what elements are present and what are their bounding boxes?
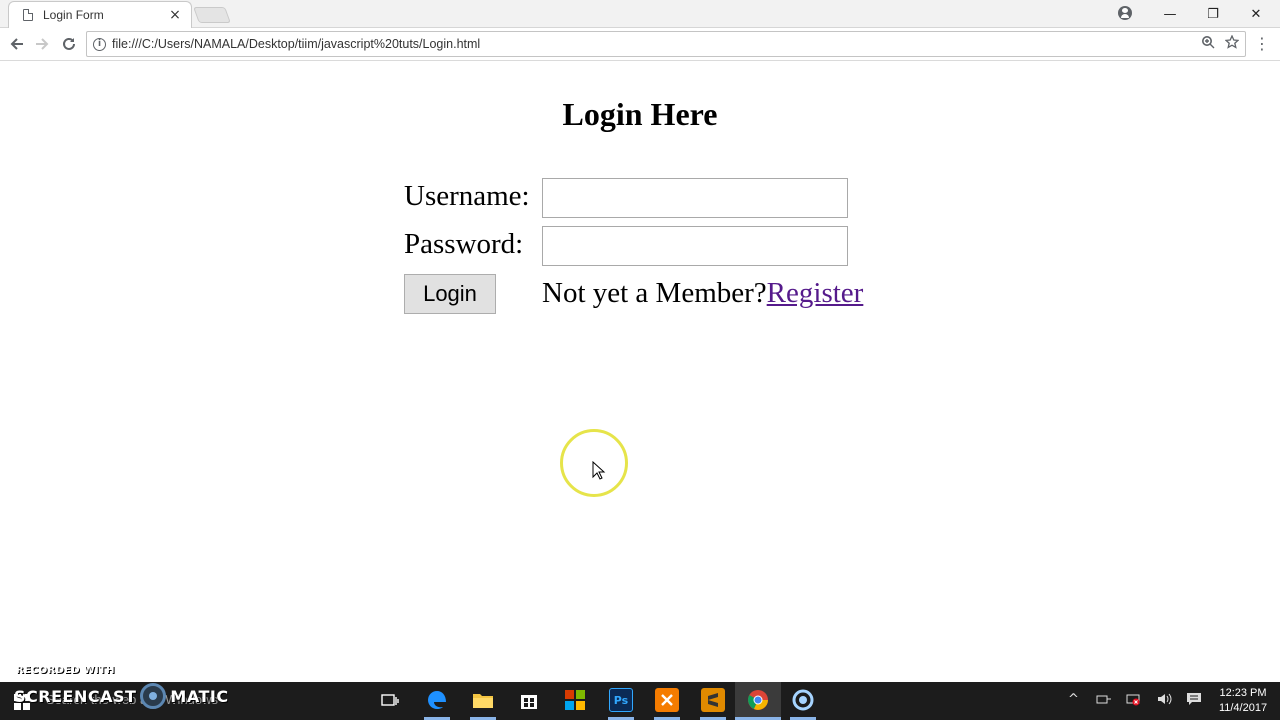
menu-icon[interactable]: ⋮ bbox=[1254, 34, 1270, 54]
chrome-icon[interactable] bbox=[746, 688, 770, 712]
sublime-text-icon[interactable] bbox=[701, 688, 725, 712]
url-text[interactable]: file:///C:/Users/NAMALA/Desktop/tiim/jav… bbox=[112, 37, 1201, 51]
username-label: Username: bbox=[404, 180, 530, 212]
brand-right: MATIC bbox=[170, 686, 229, 706]
window-titlebar: Login Form × — ❐ ✕ bbox=[0, 0, 1280, 28]
mouse-cursor-icon bbox=[592, 461, 606, 480]
info-icon[interactable]: i bbox=[93, 37, 106, 51]
browser-tab[interactable]: Login Form × bbox=[8, 1, 192, 28]
show-hidden-icons-icon[interactable]: ^ bbox=[1068, 692, 1079, 707]
register-prompt: Not yet a Member?Register bbox=[542, 277, 863, 310]
photoshop-icon[interactable]: Ps bbox=[609, 688, 633, 712]
screencast-watermark: SCREENCAST MATIC bbox=[14, 683, 229, 709]
restore-button[interactable]: ❐ bbox=[1193, 0, 1233, 28]
register-link[interactable]: Register bbox=[767, 277, 864, 309]
address-bar[interactable]: i file:///C:/Users/NAMALA/Desktop/tiim/j… bbox=[86, 31, 1246, 57]
forward-icon[interactable] bbox=[31, 33, 53, 55]
office-icon[interactable] bbox=[563, 688, 587, 712]
store-icon[interactable] bbox=[517, 688, 541, 712]
reload-icon[interactable] bbox=[58, 33, 80, 55]
recorded-with-text: RECORDED WITH bbox=[16, 665, 115, 676]
action-center-icon[interactable] bbox=[1186, 692, 1202, 710]
page-content: Login Here Username: Password: Login Not… bbox=[0, 62, 1280, 682]
edge-icon[interactable] bbox=[425, 688, 449, 712]
clock-date: 11/4/2017 bbox=[1218, 702, 1268, 714]
bookmark-star-icon[interactable] bbox=[1224, 34, 1240, 53]
tab-close-icon[interactable]: × bbox=[167, 7, 183, 23]
login-button[interactable]: Login bbox=[404, 274, 496, 314]
battery-warning-icon[interactable] bbox=[1126, 692, 1142, 710]
xampp-icon[interactable] bbox=[655, 688, 679, 712]
zoom-icon[interactable] bbox=[1201, 35, 1215, 53]
volume-icon[interactable] bbox=[1156, 692, 1174, 710]
tab-title: Login Form bbox=[43, 8, 104, 22]
page-icon bbox=[23, 9, 33, 21]
file-explorer-icon[interactable] bbox=[471, 688, 495, 712]
back-icon[interactable] bbox=[6, 33, 28, 55]
page-title: Login Here bbox=[562, 96, 718, 132]
screencast-o-matic-icon[interactable] bbox=[791, 688, 815, 712]
password-label: Password: bbox=[404, 228, 524, 260]
password-input[interactable] bbox=[542, 226, 848, 266]
task-view-icon[interactable] bbox=[378, 688, 402, 712]
profile-icon[interactable] bbox=[1118, 6, 1132, 20]
member-text: Not yet a Member? bbox=[542, 277, 767, 309]
browser-toolbar: i file:///C:/Users/NAMALA/Desktop/tiim/j… bbox=[0, 28, 1280, 61]
clock-time: 12:23 PM bbox=[1219, 687, 1267, 699]
brand-left: SCREENCAST bbox=[14, 686, 137, 706]
minimize-button[interactable]: — bbox=[1150, 0, 1190, 28]
close-window-button[interactable]: ✕ bbox=[1236, 0, 1276, 28]
new-tab-button[interactable] bbox=[193, 7, 231, 23]
taskbar-clock[interactable]: 12:23 PM 11/4/2017 bbox=[1212, 686, 1274, 716]
screencast-logo-icon bbox=[140, 683, 167, 709]
network-icon[interactable] bbox=[1096, 692, 1112, 710]
username-input[interactable] bbox=[542, 178, 848, 218]
